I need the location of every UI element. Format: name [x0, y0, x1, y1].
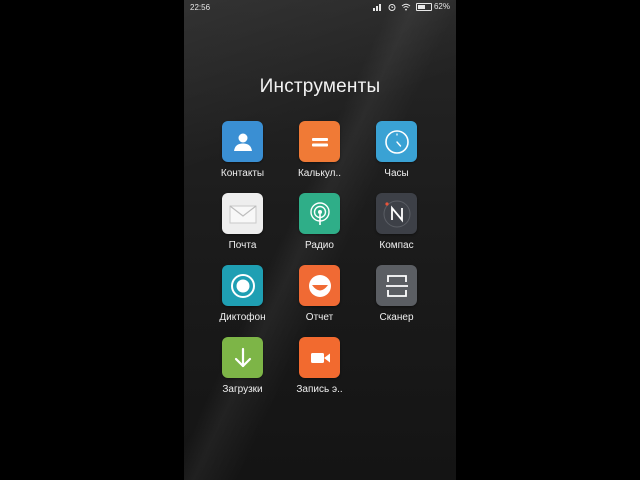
phone-screen: 22:56 62% Инструменты Контакты Калькул..…	[184, 0, 456, 480]
contacts-icon	[222, 121, 263, 162]
scanner-icon	[376, 265, 417, 306]
wifi-icon	[401, 3, 411, 11]
app-screen-recorder[interactable]: Запись э..	[281, 337, 358, 409]
app-label: Запись э..	[296, 384, 343, 395]
folder-title: Инструменты	[259, 76, 381, 97]
app-label: Калькул..	[297, 168, 342, 179]
app-grid: Контакты Калькул.. Часы Почта Радио Комп…	[204, 121, 436, 409]
downloads-icon	[222, 337, 263, 378]
signal-icon	[372, 3, 383, 11]
app-mail[interactable]: Почта	[204, 193, 281, 265]
mail-icon	[222, 193, 263, 234]
clock-icon	[376, 121, 417, 162]
app-radio[interactable]: Радио	[281, 193, 358, 265]
app-scanner[interactable]: Сканер	[358, 265, 435, 337]
battery-percent: 62%	[433, 2, 450, 11]
app-label: Радио	[305, 240, 334, 251]
app-label: Сканер	[379, 312, 414, 323]
app-label: Почта	[228, 240, 257, 251]
app-recorder[interactable]: Диктофон	[204, 265, 281, 337]
app-label: Отчет	[305, 312, 334, 323]
app-clock[interactable]: Часы	[358, 121, 435, 193]
app-downloads[interactable]: Загрузки	[204, 337, 281, 409]
radio-icon	[299, 193, 340, 234]
status-time: 22:56	[190, 3, 211, 12]
report-icon	[299, 265, 340, 306]
app-report[interactable]: Отчет	[281, 265, 358, 337]
app-compass[interactable]: Компас	[358, 193, 435, 265]
app-calculator[interactable]: Калькул..	[281, 121, 358, 193]
alarm-icon	[388, 3, 396, 11]
screen-recorder-icon	[299, 337, 340, 378]
app-label: Диктофон	[219, 312, 266, 323]
app-label: Часы	[384, 168, 409, 179]
app-label: Компас	[379, 240, 414, 251]
status-icons: 62%	[372, 2, 450, 11]
battery-icon: 62%	[415, 2, 450, 11]
app-label: Контакты	[220, 168, 265, 179]
recorder-icon	[222, 265, 263, 306]
app-contacts[interactable]: Контакты	[204, 121, 281, 193]
status-bar: 22:56 62%	[184, 0, 456, 14]
compass-icon	[376, 193, 417, 234]
app-label: Загрузки	[222, 384, 263, 395]
calculator-icon	[299, 121, 340, 162]
battery-fill	[417, 4, 426, 9]
